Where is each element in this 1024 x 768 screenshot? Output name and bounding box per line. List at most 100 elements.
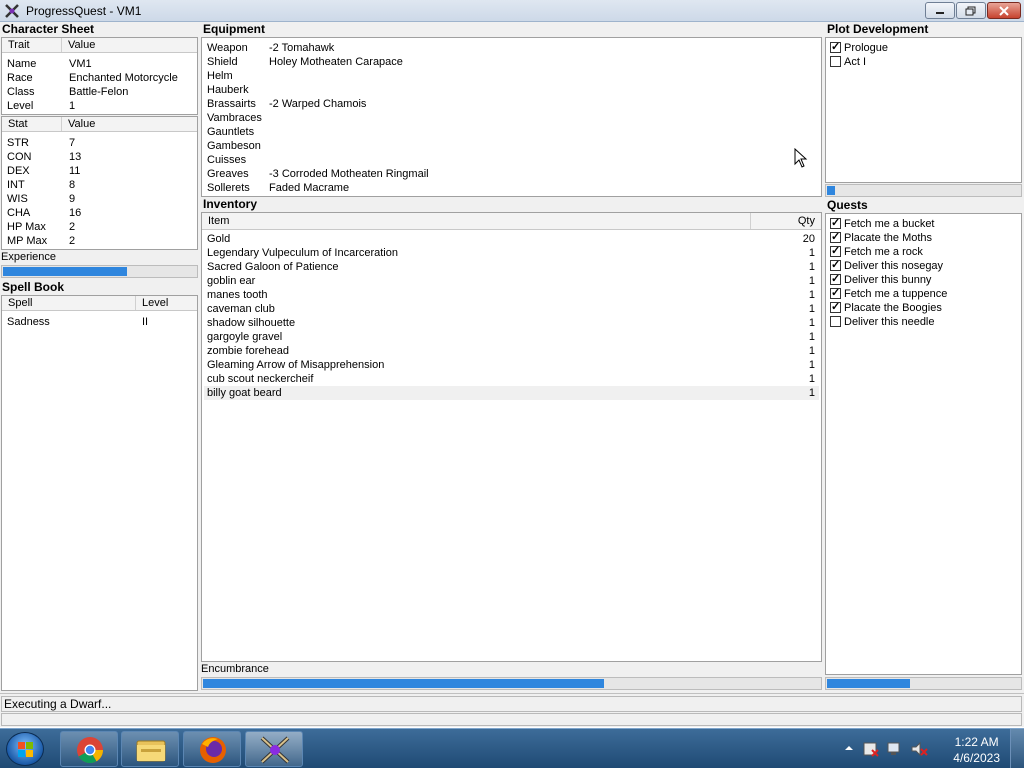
progressquest-app-icon (5, 4, 19, 18)
plot-act-row[interactable]: Prologue (826, 40, 1021, 55)
windows-logo-icon (18, 742, 33, 757)
encumbrance-bar (201, 677, 822, 690)
traits-list[interactable]: Trait Value Name VM1 Race Enchanted Motorc… (1, 37, 198, 115)
quest-checkbox[interactable] (830, 258, 841, 272)
inventory-row[interactable]: gargoyle gravel 1 (202, 330, 821, 344)
experience-bar-fill (3, 267, 127, 276)
inventory-header: Item Qty (202, 213, 821, 230)
plot-development-title: Plot Development (825, 22, 1024, 37)
clock-time: 1:22 AM (954, 735, 999, 749)
experience-label: Experience (1, 251, 57, 263)
inventory-row-selected[interactable]: billy goat beard 1 (204, 386, 819, 400)
inventory-row[interactable]: Gold 20 (202, 232, 821, 246)
quest-checkbox[interactable] (830, 216, 841, 230)
inventory-row[interactable]: manes tooth 1 (202, 288, 821, 302)
clock-date: 4/6/2023 (953, 751, 1000, 765)
progressquest-taskbar-button[interactable] (245, 731, 303, 767)
encumbrance-label: Encumbrance (201, 663, 269, 675)
stats-header: Stat Value (2, 117, 197, 132)
stats-list[interactable]: Stat Value STR 7 CON 13 DEX 11 INT 8 WIS 9 CH… (1, 116, 198, 250)
plot-progress-bar (825, 184, 1022, 197)
value-column-header[interactable]: Value (62, 38, 197, 52)
inventory-row[interactable]: cub scout neckercheif 1 (202, 372, 821, 386)
chrome-icon (77, 737, 104, 764)
inventory-row[interactable]: goblin ear 1 (202, 274, 821, 288)
restore-icon (965, 6, 976, 15)
spell-column-header[interactable]: Spell (2, 296, 136, 310)
quest-row[interactable]: Placate the Moths (826, 230, 1021, 245)
window-title: ProgressQuest - VM1 (26, 4, 142, 18)
system-tray: 1:22 AM 4/6/2023 (840, 729, 1024, 768)
quest-row[interactable]: Fetch me a bucket (826, 216, 1021, 231)
item-column-header[interactable]: Item (202, 213, 751, 229)
experience-bar (1, 265, 198, 278)
close-button[interactable] (987, 2, 1021, 19)
restore-button[interactable] (956, 2, 986, 19)
qty-column-header[interactable]: Qty (751, 213, 819, 229)
stat-value-column-header[interactable]: Value (62, 117, 197, 131)
equipment-list[interactable]: Weapon -2 Tomahawk Shield Holey Motheaten … (201, 37, 822, 197)
clock[interactable]: 1:22 AM 4/6/2023 (953, 734, 1000, 766)
inventory-row[interactable]: shadow silhouette 1 (202, 316, 821, 330)
chrome-taskbar-button[interactable] (60, 731, 118, 767)
status-bar: Executing a Dwarf... (0, 693, 1024, 727)
plot-list[interactable]: Prologue Act I (825, 37, 1022, 183)
stat-column-header[interactable]: Stat (2, 117, 62, 131)
spell-header: Spell Level (2, 296, 197, 311)
progressquest-icon (260, 736, 290, 764)
act-checkbox[interactable] (830, 56, 841, 67)
explorer-taskbar-button[interactable] (121, 731, 179, 767)
quest-checkbox[interactable] (830, 244, 841, 258)
status-text: Executing a Dwarf... (1, 696, 1022, 712)
quests-title: Quests (825, 198, 1024, 213)
close-icon (999, 5, 1009, 16)
minimize-button[interactable] (925, 2, 955, 19)
plot-act-row[interactable]: Act I (826, 55, 1021, 69)
file-explorer-icon (136, 740, 166, 762)
spell-list[interactable]: Spell Level Sadness II (1, 295, 198, 691)
inventory-list[interactable]: Item Qty Gold 20 Legendary Vulpeculum of … (201, 212, 822, 662)
level-column-header[interactable]: Level (136, 296, 197, 310)
encumbrance-bar-fill (203, 679, 604, 688)
network-icon[interactable] (886, 740, 904, 758)
act-checkbox[interactable] (830, 40, 841, 54)
taskbar: 1:22 AM 4/6/2023 (0, 728, 1024, 768)
quest-row[interactable]: Fetch me a rock (826, 244, 1021, 259)
inventory-row[interactable]: Gleaming Arrow of Misapprehension 1 (202, 358, 821, 372)
quest-checkbox[interactable] (830, 300, 841, 314)
quest-row[interactable]: Deliver this nosegay (826, 258, 1021, 273)
firefox-icon (200, 737, 226, 763)
inventory-row[interactable]: Sacred Galoon of Patience 1 (202, 260, 821, 274)
quest-progress-bar (825, 677, 1022, 690)
character-sheet-title: Character Sheet (0, 22, 199, 37)
inventory-row[interactable]: zombie forehead 1 (202, 344, 821, 358)
quest-checkbox[interactable] (830, 286, 841, 300)
traits-header: Trait Value (2, 38, 197, 53)
quest-row[interactable]: Deliver this needle (826, 315, 1021, 329)
action-center-icon[interactable] (862, 740, 880, 758)
quest-row[interactable]: Placate the Boogies (826, 300, 1021, 315)
quest-checkbox[interactable] (830, 316, 841, 327)
task-progress-bar (1, 713, 1022, 726)
spell-book-title: Spell Book (0, 280, 199, 295)
inventory-title: Inventory (201, 197, 822, 212)
inventory-row[interactable]: Legendary Vulpeculum of Incarceration 1 (202, 246, 821, 260)
quest-row[interactable]: Deliver this bunny (826, 272, 1021, 287)
mouse-cursor-icon (794, 148, 808, 168)
inventory-row[interactable]: caveman club 1 (202, 302, 821, 316)
start-button[interactable] (6, 732, 44, 766)
quest-progress-fill (827, 679, 910, 688)
trait-column-header[interactable]: Trait (2, 38, 62, 52)
plot-progress-fill (827, 186, 835, 195)
minimize-icon (936, 11, 944, 14)
volume-muted-icon[interactable] (910, 740, 928, 758)
quest-row[interactable]: Fetch me a tuppence (826, 286, 1021, 301)
equipment-title: Equipment (201, 22, 822, 37)
title-bar: ProgressQuest - VM1 (0, 0, 1024, 22)
quest-list[interactable]: Fetch me a bucket Placate the Moths Fetc… (825, 213, 1022, 675)
quest-checkbox[interactable] (830, 230, 841, 244)
show-hidden-icons-icon[interactable] (844, 743, 854, 753)
quest-checkbox[interactable] (830, 272, 841, 286)
firefox-taskbar-button[interactable] (183, 731, 241, 767)
show-desktop-button[interactable] (1010, 729, 1024, 768)
